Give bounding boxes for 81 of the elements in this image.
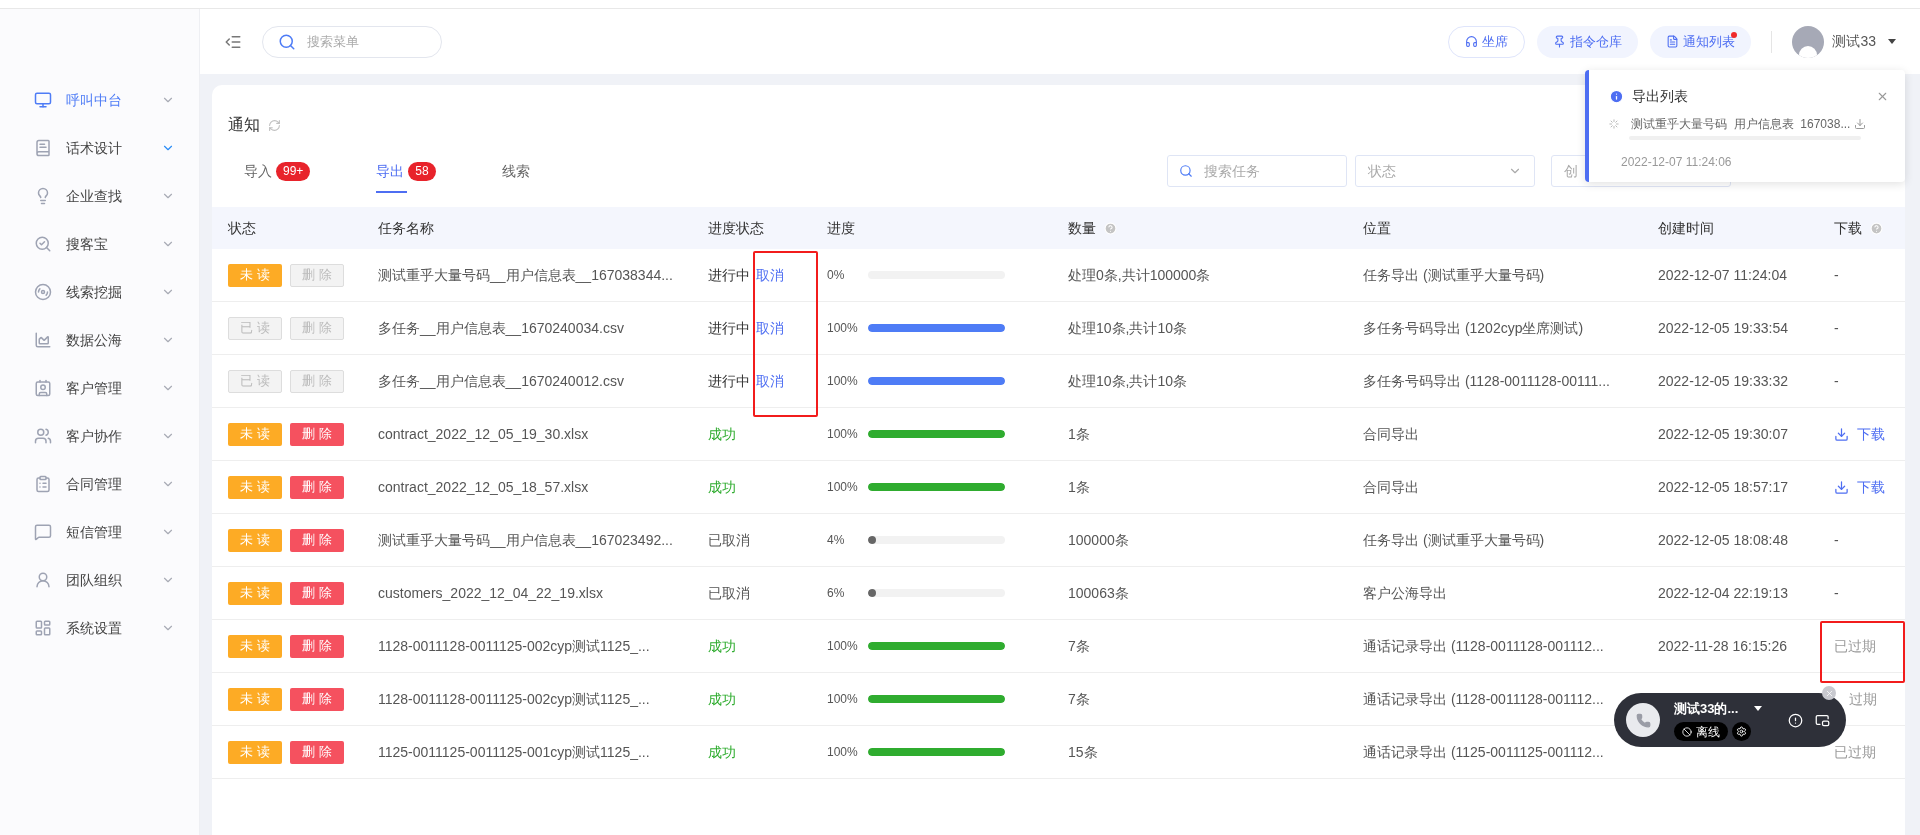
expired-text: 已过期: [1834, 637, 1876, 654]
column-header: 位置: [1363, 218, 1391, 238]
count-text: 1条: [1068, 477, 1091, 497]
column-header: 数量: [1068, 218, 1096, 238]
task-name: 1128-0011128-0011125-002cyp测试1125_...: [378, 689, 651, 709]
count-text: 处理10条,共计10条: [1068, 371, 1189, 391]
progress-percent: 0%: [827, 267, 846, 284]
progress-status: 已取消: [708, 583, 750, 603]
column-header: 任务名称: [378, 218, 434, 238]
count-text: 100063条: [1068, 583, 1130, 603]
count-badge: 58: [408, 161, 436, 181]
created-time: 2022-12-05 19:33:32: [1658, 372, 1788, 389]
task-name: customers_2022_12_04_22_19.xlsx: [378, 583, 604, 603]
agent-name: 测试33的...: [1674, 699, 1739, 718]
progress-percent: 100%: [827, 373, 859, 390]
count-text: 7条: [1068, 689, 1091, 709]
task-name: 1125-0011125-0011125-001cyp测试1125_...: [378, 742, 651, 762]
progress-status: 成功: [708, 424, 736, 444]
created-time: 2022-12-04 22:19:13: [1658, 584, 1788, 601]
progress-percent: 100%: [827, 691, 859, 708]
empty-value: -: [1834, 372, 1839, 389]
empty-value: -: [1834, 266, 1839, 283]
progress-status: 成功: [708, 636, 736, 656]
count-text: 100000条: [1068, 530, 1130, 550]
location-text: 通话记录导出 (1128-0011128-001112...: [1363, 636, 1605, 656]
empty-value: -: [1834, 319, 1839, 336]
task-name: 1128-0011128-0011125-002cyp测试1125_...: [378, 636, 651, 656]
progress-percent: 100%: [827, 638, 859, 655]
progress-percent: 4%: [827, 532, 846, 549]
expired-text: 已过期: [1834, 743, 1876, 760]
created-time: 2022-11-28 16:15:26: [1658, 637, 1787, 654]
created-time: 2022-12-07 11:24:04: [1658, 266, 1787, 283]
expired-text: 过期: [1849, 690, 1877, 707]
location-text: 任务导出 (测试重乎大量号码): [1363, 530, 1546, 550]
progress-status: 成功: [708, 689, 736, 709]
progress-percent: 100%: [827, 744, 859, 761]
task-name: 多任务__用户信息表__1670240034.csv: [378, 318, 625, 338]
progress-percent: 100%: [827, 320, 859, 337]
progress-status: 已取消: [708, 530, 750, 550]
location-text: 任务导出 (测试重乎大量号码): [1363, 265, 1546, 285]
progress-percent: 6%: [827, 585, 846, 602]
task-name: 测试重乎大量号码__用户信息表__167023492...: [378, 530, 674, 550]
progress-status: 进行中: [708, 371, 750, 391]
empty-value: -: [1834, 531, 1839, 548]
location-text: 客户公海导出: [1363, 583, 1448, 603]
count-text: 处理10条,共计10条: [1068, 318, 1189, 338]
progress-status: 进行中: [708, 265, 750, 285]
created-time: 2022-12-05 19:33:54: [1658, 319, 1788, 336]
progress-status: 进行中: [708, 318, 750, 338]
column-header: 状态: [228, 218, 256, 238]
progress-percent: 100%: [827, 479, 859, 496]
count-badge: 99+: [276, 161, 311, 181]
column-header: 进度状态: [708, 218, 764, 238]
count-text: 处理0条,共计100000条: [1068, 265, 1212, 285]
progress-percent: 100%: [827, 426, 859, 443]
notification-time: 2022-12-07 11:24:06: [1621, 154, 1733, 171]
created-time: 2022-12-05 18:08:48: [1658, 531, 1788, 548]
task-name: 多任务__用户信息表__1670240012.csv: [378, 371, 625, 391]
empty-value: -: [1834, 584, 1839, 601]
location-text: 多任务号码导出 (1202cyp坐席测试): [1363, 318, 1585, 338]
notification-title: 导出列表: [1632, 87, 1688, 106]
page-title: 通知: [228, 115, 260, 135]
created-time: 2022-12-05 19:30:07: [1658, 425, 1788, 442]
task-name: 测试重乎大量号码__用户信息表__167038344...: [378, 265, 674, 285]
count-text: 7条: [1068, 636, 1091, 656]
task-name: contract_2022_12_05_18_57.xlsx: [378, 477, 590, 497]
progress-status: 成功: [708, 742, 736, 762]
created-time: 2022-12-05 18:57:17: [1658, 478, 1788, 495]
column-header: 下载: [1834, 218, 1862, 238]
export-file-name: 测试重乎大量号码 用户信息表 167038...: [1631, 116, 1851, 133]
task-name: contract_2022_12_05_19_30.xlsx: [378, 424, 590, 444]
location-text: 多任务号码导出 (1128-0011128-00111...: [1363, 371, 1611, 391]
count-text: 1条: [1068, 424, 1091, 444]
location-text: 通话记录导出 (1128-0011128-001112...: [1363, 689, 1605, 709]
location-text: 合同导出: [1363, 424, 1420, 444]
location-text: 通话记录导出 (1125-0011125-001112...: [1363, 742, 1605, 762]
count-text: 15条: [1068, 742, 1099, 762]
column-header: 进度: [827, 218, 855, 238]
progress-status: 成功: [708, 477, 736, 497]
location-text: 合同导出: [1363, 477, 1420, 497]
column-header: 创建时间: [1658, 218, 1714, 238]
